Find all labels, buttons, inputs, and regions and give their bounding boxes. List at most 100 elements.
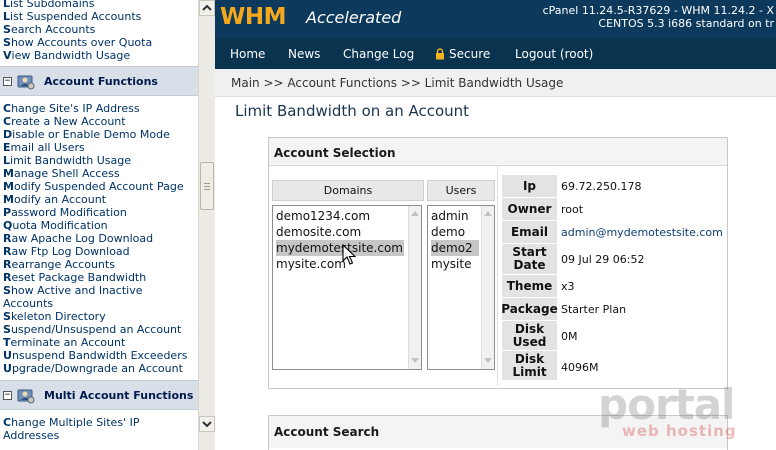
domains-list-scrollbar[interactable] [408,206,421,369]
header: WHM Accelerated cPanel 11.24.5-R37629 - … [215,0,776,38]
sidebar-link-label: anage Shell Access [13,167,120,180]
sidebar-link[interactable]: Search Accounts [3,23,95,36]
scroll-thumb[interactable] [200,162,214,210]
account-functions-icon [17,75,35,90]
sidebar-link[interactable]: Unsuspend Bandwidth Exceeders [3,349,187,362]
start-date-value: 09 Jul 29 06:52 [561,253,645,266]
sidebar-link[interactable]: Raw Apache Log Download [3,232,153,245]
sidebar-link-initial: P [3,206,12,219]
nav-logout[interactable]: Logout (root) [515,47,593,61]
disk-limit-value: 4096M [561,361,599,374]
sidebar-link[interactable]: Suspend/Unsuspend an Account [3,323,181,336]
sidebar-link[interactable]: Show Active and Inactive [3,284,143,297]
sidebar-link[interactable]: Rearrange Accounts [3,258,115,271]
sidebar-link[interactable]: Disable or Enable Demo Mode [3,128,170,141]
sidebar-link-initial: M [3,193,14,206]
sidebar-link[interactable]: Manage Shell Access [3,167,120,180]
ip-value: 69.72.250.178 [561,180,642,193]
email-label: Email [502,221,557,243]
sidebar-link-initial: S [3,36,11,49]
users-option[interactable]: mysite [431,256,479,272]
sidebar-link-initial: L [3,0,11,10]
sidebar-link[interactable]: Modify Suspended Account Page [3,180,184,193]
collapse-toggle-icon[interactable]: − [3,77,12,86]
start-date-label-line-2: Date [513,258,546,272]
sidebar-link[interactable]: Email all Users [3,141,85,154]
sidebar-link-label: mail all Users [10,141,85,154]
sidebar-link-initial: L [3,10,11,23]
sidebar-link-label: erminate an Account [10,336,126,349]
sidebar-link[interactable]: Create a New Account [3,115,126,128]
divider [497,166,498,386]
sidebar-link[interactable]: View Bandwidth Usage [3,49,130,62]
users-option[interactable]: demo [431,224,479,240]
mouse-pointer-icon [342,244,356,265]
domains-option[interactable]: mydemotestsite.com [276,240,404,256]
sidebar-section-title: Account Functions [44,75,158,88]
sidebar-link[interactable]: Skeleton Directory [3,310,106,323]
sidebar-link-label: Addresses [3,429,60,442]
sidebar-section-header[interactable]: − Multi Account Functions [0,380,198,410]
account-search-header: Account Search [269,416,727,448]
top-nav: Home News Change Log Secure Logout (root… [215,38,776,69]
domains-option[interactable]: mysite.com [276,256,404,272]
owner-value: root [561,203,584,216]
scroll-up-button[interactable] [199,0,215,16]
sidebar-link[interactable]: Modify an Account [3,193,106,206]
sidebar-link[interactable]: Quota Modification [3,219,108,232]
sidebar-link[interactable]: Raw Ftp Log Download [3,245,130,258]
nav-change-log[interactable]: Change Log [343,47,414,61]
sidebar-link[interactable]: Change Site's IP Address [3,102,140,115]
sidebar-link[interactable]: Terminate an Account [3,336,125,349]
sidebar-link[interactable]: Change Multiple Sites' IP [3,416,139,429]
sidebar-link-initial: Q [3,219,13,232]
sidebar-link-label: uota Modification [12,219,108,232]
sidebar-link-initial: S [3,284,11,297]
sidebar: List Subdomains List Suspended Accounts Se… [0,0,198,450]
sidebar-link-initial: T [3,336,11,349]
breadcrumb-text[interactable]: Main >> Account Functions >> Limit Bandw… [231,76,563,90]
nav-home[interactable]: Home [230,47,265,61]
sidebar-link-label: pgrade/Downgrade an Account [11,362,183,375]
nav-news[interactable]: News [288,47,320,61]
sidebar-link-label: hange Multiple Sites' IP [11,416,140,429]
account-selection-header: Account Selection [269,138,727,166]
sidebar-section-header[interactable]: − Account Functions [0,66,198,96]
scroll-down-button[interactable] [199,416,215,432]
theme-value: x3 [561,280,575,293]
sidebar-link[interactable]: Reset Package Bandwidth [3,271,146,284]
sidebar-link-label: imit Bandwidth Usage [10,154,131,167]
collapse-toggle-icon[interactable]: − [3,391,12,400]
sidebar-link[interactable]: Password Modification [3,206,127,219]
chevron-up-icon [411,211,419,216]
users-list-scrollbar[interactable] [481,206,494,369]
users-option[interactable]: admin [431,208,479,224]
sidebar-link[interactable]: List Subdomains [3,0,94,10]
domains-listbox[interactable]: demo1234.com demosite.com mydemotestsite.c… [272,205,422,370]
sidebar-scrollbar[interactable] [198,0,215,450]
domains-option[interactable]: demosite.com [276,224,404,240]
users-listbox[interactable]: admin demo demo2 mysite [427,205,495,370]
sidebar-link[interactable]: Upgrade/Downgrade an Account [3,362,183,375]
chevron-down-icon [411,358,419,363]
sidebar-link[interactable]: Limit Bandwidth Usage [3,154,131,167]
sidebar-link-label: ist Subdomains [10,0,95,10]
sidebar-link[interactable]: Accounts [3,297,53,310]
domains-option[interactable]: demo1234.com [276,208,404,224]
account-selection-title: Account Selection [274,146,396,160]
sidebar-link[interactable]: Addresses [3,429,59,442]
sidebar-link[interactable]: Show Accounts over Quota [3,36,152,49]
sidebar-link-initial: U [3,349,12,362]
disk-used-value: 0M [561,330,578,343]
disk-used-label-line-2: Used [512,334,547,349]
nav-secure[interactable]: Secure [449,47,490,61]
sidebar-link-label: eset Package Bandwidth [11,271,147,284]
start-date-label: Start Date [502,244,557,274]
sidebar-link[interactable]: List Suspended Accounts [3,10,141,23]
chevron-up-icon [202,4,212,11]
owner-label: Owner [502,198,557,220]
users-option[interactable]: demo2 [431,240,479,256]
sidebar-link-label: keleton Directory [10,310,106,323]
users-column-header: Users [427,180,495,201]
version-line-2: CENTOS 5.3 i686 standard on tr [598,17,774,30]
